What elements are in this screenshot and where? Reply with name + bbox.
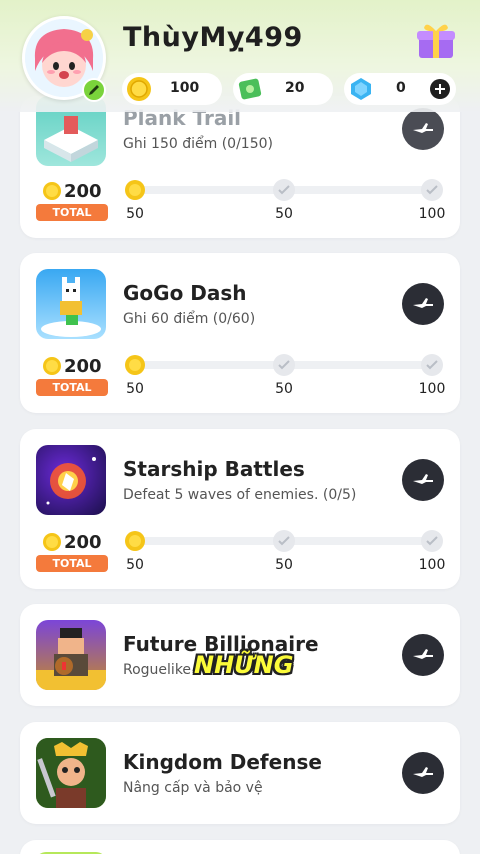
- cash-balance[interactable]: 20: [233, 73, 333, 105]
- gem-icon: [351, 78, 371, 100]
- milestone-check: [273, 354, 295, 376]
- gem-amount: 0: [396, 80, 406, 96]
- milestone-coin: [124, 530, 146, 552]
- milestone-label: 50: [126, 381, 144, 397]
- play-icon: [413, 298, 433, 308]
- total-badge: TOTAL: [36, 204, 108, 221]
- coin-icon: [43, 533, 61, 551]
- game-description: Ghi 150 điểm (0/150): [123, 136, 273, 152]
- game-description: Nâng cấp và bảo vệ: [123, 780, 263, 796]
- play-button[interactable]: [402, 752, 444, 794]
- milestone-label: 100: [418, 206, 446, 222]
- edit-avatar-button[interactable]: [82, 78, 106, 102]
- coin-icon: [43, 357, 61, 375]
- game-description: Roguelike: [123, 662, 192, 678]
- reward-amount: 200: [64, 531, 102, 553]
- milestone-check: [273, 179, 295, 201]
- pencil-icon: [89, 85, 99, 95]
- game-title: Kingdom Defense: [123, 750, 322, 774]
- future-billionaire-art-icon: [36, 628, 106, 690]
- starship-battles-art-icon: [46, 457, 96, 505]
- check-icon: [278, 185, 290, 195]
- play-button[interactable]: [402, 459, 444, 501]
- play-icon: [413, 123, 433, 133]
- coin-icon: [125, 355, 145, 375]
- game-title: Starship Battles: [123, 457, 305, 481]
- play-icon: [413, 767, 433, 777]
- kingdom-defense-art-icon: [36, 738, 106, 808]
- profile-header: ThùyMỵ499 100 20 0: [0, 0, 480, 112]
- play-button[interactable]: [402, 283, 444, 325]
- cash-amount: 20: [285, 80, 305, 96]
- username: ThùyMỵ499: [123, 22, 303, 53]
- total-badge: TOTAL: [36, 379, 108, 396]
- gift-icon: [417, 24, 455, 58]
- future-billionaire-thumbnail: [36, 620, 106, 690]
- milestone-label: 100: [418, 381, 446, 397]
- gogo-dash-art-icon: [41, 277, 101, 337]
- plus-icon: [435, 84, 445, 94]
- reward-amount: 200: [64, 355, 102, 377]
- check-icon: [426, 360, 438, 370]
- play-icon: [413, 649, 433, 659]
- gogo-dash-thumbnail: [36, 269, 106, 339]
- milestone-coin: [124, 354, 146, 376]
- coin-icon: [125, 531, 145, 551]
- play-button[interactable]: [402, 634, 444, 676]
- gem-balance[interactable]: 0: [344, 73, 456, 105]
- milestone-check: [273, 530, 295, 552]
- game-description: Ghi 60 điểm (0/60): [123, 311, 256, 327]
- starship-battles-thumbnail: [36, 445, 106, 515]
- check-icon: [426, 185, 438, 195]
- add-gems-button[interactable]: [430, 79, 450, 99]
- check-icon: [278, 536, 290, 546]
- play-button[interactable]: [402, 108, 444, 150]
- cash-icon: [238, 78, 262, 100]
- total-badge: TOTAL: [36, 555, 108, 572]
- milestone-check: [421, 354, 443, 376]
- game-card-gogo-dash[interactable]: GoGo Dash Ghi 60 điểm (0/60) 200 TOTAL 5…: [20, 253, 460, 413]
- milestone-coin: [124, 179, 146, 201]
- game-title: GoGo Dash: [123, 281, 247, 305]
- milestone-label: 50: [275, 557, 293, 573]
- game-card-plank-trail[interactable]: Plank Trail Ghi 150 điểm (0/150) 200 TOT…: [20, 96, 460, 238]
- coin-amount: 100: [170, 80, 200, 96]
- coin-icon: [43, 182, 61, 200]
- milestone-label: 50: [275, 381, 293, 397]
- game-description: Defeat 5 waves of enemies. (0/5): [123, 487, 357, 503]
- milestone-label: 50: [126, 557, 144, 573]
- milestone-label: 50: [126, 206, 144, 222]
- milestone-check: [421, 530, 443, 552]
- milestone-label: 50: [275, 206, 293, 222]
- milestone-check: [421, 179, 443, 201]
- milestone-label: 100: [418, 557, 446, 573]
- coin-balance[interactable]: 100: [122, 73, 222, 105]
- overlay-text: NHỮNG: [194, 651, 294, 679]
- game-card-next[interactable]: [20, 840, 460, 854]
- coin-icon: [125, 180, 145, 200]
- overlay-sticker: NHỮNG: [194, 640, 294, 690]
- kingdom-defense-thumbnail: [36, 738, 106, 808]
- check-icon: [278, 360, 290, 370]
- reward-amount: 200: [64, 180, 102, 202]
- game-card-starship-battles[interactable]: Starship Battles Defeat 5 waves of enemi…: [20, 429, 460, 589]
- check-icon: [426, 536, 438, 546]
- game-card-kingdom-defense[interactable]: Kingdom Defense Nâng cấp và bảo vệ: [20, 722, 460, 824]
- play-icon: [413, 474, 433, 484]
- coin-icon: [127, 77, 151, 101]
- gift-button[interactable]: [414, 18, 458, 62]
